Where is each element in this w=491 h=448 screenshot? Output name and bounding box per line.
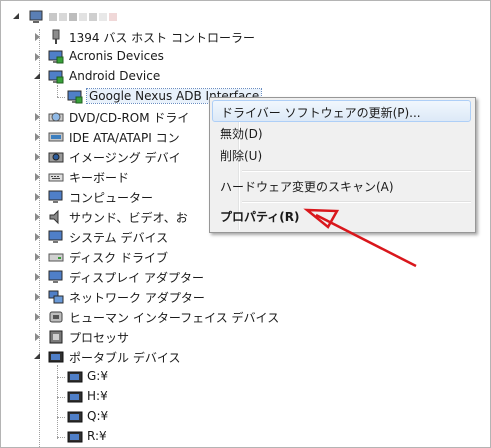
device-manager-window: 1394 バス ホスト コントローラー Acronis Devices Andr… [0, 0, 491, 448]
red-arrow-annotation [303, 208, 417, 268]
